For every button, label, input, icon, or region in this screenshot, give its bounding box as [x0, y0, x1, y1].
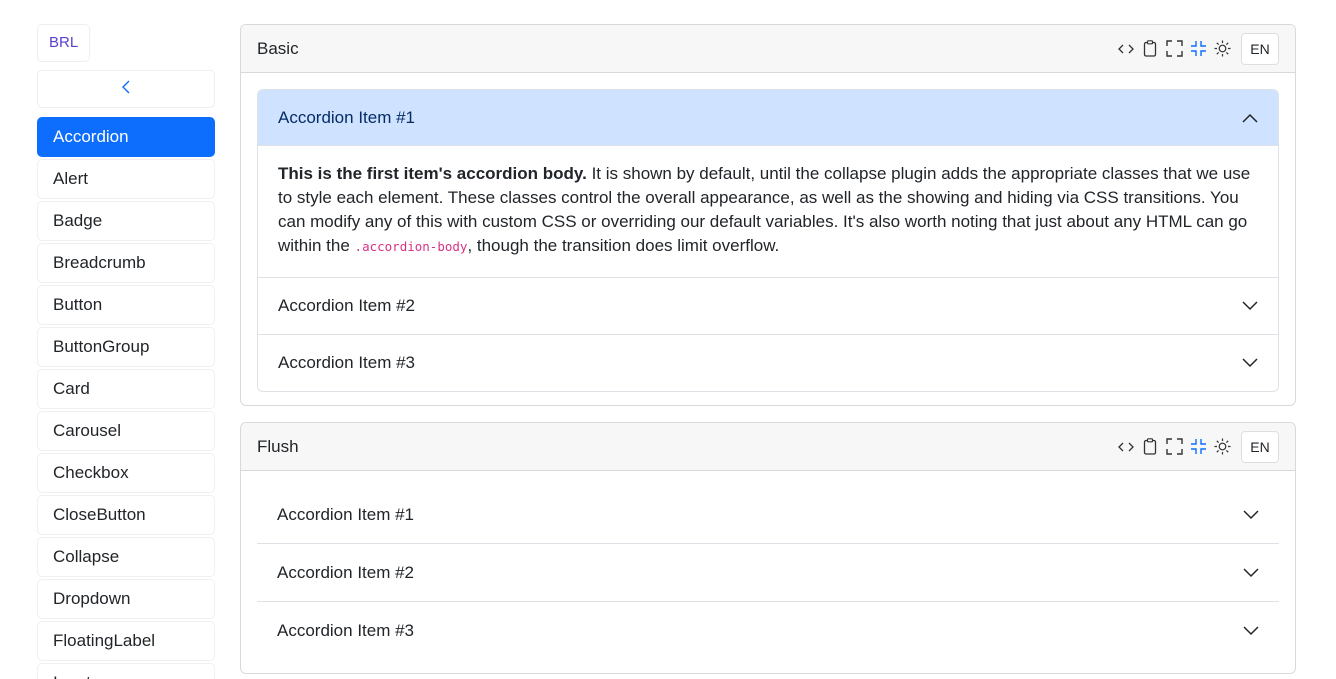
- accordion-body-code: .accordion-body: [354, 239, 468, 254]
- sidebar-item-checkbox[interactable]: Checkbox: [37, 453, 215, 493]
- accordion-header-button[interactable]: Accordion Item #1: [258, 90, 1278, 146]
- sidebar-item-buttongroup[interactable]: ButtonGroup: [37, 327, 215, 367]
- chevron-up-icon: [1242, 108, 1258, 128]
- chevron-down-icon: [1243, 563, 1259, 583]
- accordion-header-button[interactable]: Accordion Item #1: [257, 486, 1279, 543]
- language-button[interactable]: EN: [1241, 32, 1279, 65]
- sidebar-item-collapse[interactable]: Collapse: [37, 537, 215, 577]
- sidebar-item-badge[interactable]: Badge: [37, 201, 215, 241]
- sun-icon[interactable]: [1213, 40, 1231, 58]
- card-body: Accordion Item #1 This is the first item…: [241, 73, 1295, 405]
- sidebar-item-breadcrumb[interactable]: Breadcrumb: [37, 243, 215, 283]
- brand-text: BRL: [49, 34, 79, 51]
- sidebar-nav: Accordion Alert Badge Breadcrumb Button …: [37, 117, 215, 679]
- card-body: Accordion Item #1 Accordion Item #2 Acco…: [241, 471, 1295, 673]
- flush-card: Flush EN Accordion Item #1 Accordion Ite…: [240, 422, 1296, 674]
- sidebar-item-closebutton[interactable]: CloseButton: [37, 495, 215, 535]
- compress-icon[interactable]: [1189, 40, 1207, 58]
- card-header: Flush EN: [241, 423, 1295, 471]
- accordion-item: Accordion Item #1: [257, 486, 1279, 543]
- sidebar: BRL Accordion Alert Badge Breadcrumb But…: [37, 24, 215, 679]
- accordion-item-label: Accordion Item #3: [277, 620, 415, 640]
- accordion-body-text-end: , though the transition does limit overf…: [467, 236, 780, 255]
- accordion-item-label: Accordion Item #1: [277, 504, 415, 524]
- chevron-down-icon: [1242, 296, 1258, 316]
- sidebar-item-floatinglabel[interactable]: FloatingLabel: [37, 621, 215, 661]
- sidebar-item-accordion[interactable]: Accordion: [37, 117, 215, 157]
- accordion-item-label: Accordion Item #2: [278, 296, 416, 315]
- accordion-body: This is the first item's accordion body.…: [258, 146, 1278, 277]
- sidebar-item-carousel[interactable]: Carousel: [37, 411, 215, 451]
- accordion-body-strong: This is the first item's accordion body.: [278, 164, 587, 183]
- card-title: Basic: [257, 38, 299, 58]
- accordion-header-button[interactable]: Accordion Item #2: [258, 278, 1278, 334]
- chevron-left-icon: [121, 79, 131, 100]
- accordion-header-button[interactable]: Accordion Item #3: [258, 335, 1278, 391]
- clipboard-icon[interactable]: [1141, 40, 1159, 58]
- accordion-item: Accordion Item #1 This is the first item…: [258, 90, 1278, 277]
- compress-icon[interactable]: [1189, 438, 1207, 456]
- accordion-header-button[interactable]: Accordion Item #3: [257, 602, 1279, 659]
- fullscreen-icon[interactable]: [1165, 438, 1183, 456]
- chevron-down-icon: [1243, 621, 1259, 641]
- chevron-down-icon: [1243, 505, 1259, 525]
- clipboard-icon[interactable]: [1141, 438, 1159, 456]
- fullscreen-icon[interactable]: [1165, 40, 1183, 58]
- card-header: Basic EN: [241, 25, 1295, 73]
- code-icon[interactable]: [1117, 40, 1135, 58]
- accordion-header-button[interactable]: Accordion Item #2: [257, 544, 1279, 601]
- code-icon[interactable]: [1117, 438, 1135, 456]
- accordion-item: Accordion Item #3: [257, 601, 1279, 659]
- card-title: Flush: [257, 436, 299, 456]
- card-toolbar: EN: [1117, 430, 1279, 463]
- brand-logo[interactable]: BRL: [37, 24, 91, 62]
- sidebar-item-dropdown[interactable]: Dropdown: [37, 579, 215, 619]
- accordion-item: Accordion Item #3: [258, 334, 1278, 391]
- basic-card: Basic EN Accordion Item #1 This is the f…: [240, 24, 1296, 406]
- sidebar-item-card[interactable]: Card: [37, 369, 215, 409]
- chevron-down-icon: [1242, 353, 1258, 373]
- accordion-flush: Accordion Item #1 Accordion Item #2 Acco…: [257, 486, 1279, 659]
- accordion-item-label: Accordion Item #1: [278, 107, 416, 127]
- accordion-item-label: Accordion Item #2: [277, 562, 415, 582]
- card-toolbar: EN: [1117, 32, 1279, 65]
- sidebar-item-alert[interactable]: Alert: [37, 159, 215, 199]
- language-button[interactable]: EN: [1241, 430, 1279, 463]
- sidebar-item-button[interactable]: Button: [37, 285, 215, 325]
- accordion-item: Accordion Item #2: [258, 277, 1278, 334]
- sun-icon[interactable]: [1213, 438, 1231, 456]
- sidebar-item-input[interactable]: Input: [37, 663, 215, 679]
- accordion: Accordion Item #1 This is the first item…: [257, 89, 1279, 392]
- accordion-item-label: Accordion Item #3: [278, 353, 416, 372]
- accordion-item: Accordion Item #2: [257, 543, 1279, 601]
- sidebar-collapse-button[interactable]: [37, 70, 215, 108]
